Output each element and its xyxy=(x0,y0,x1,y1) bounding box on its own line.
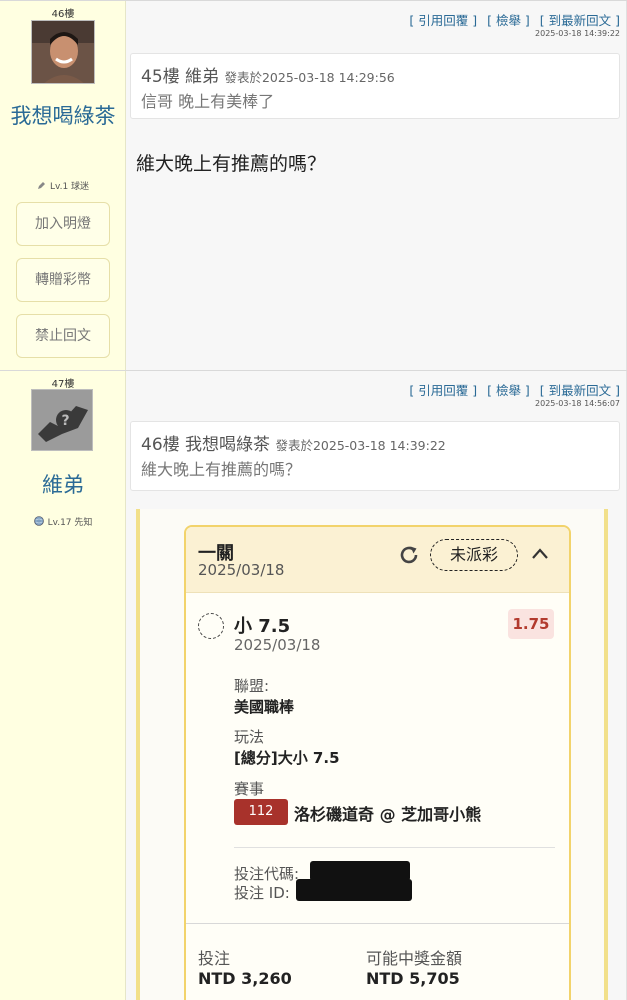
avatar[interactable]: ? xyxy=(31,389,93,451)
user-level-text: Lv.17 先知 xyxy=(47,518,93,528)
post-timestamp: 2025-03-18 14:39:22 xyxy=(535,29,620,38)
default-avatar-icon: ? xyxy=(32,390,92,450)
quoted-post: 46樓 我想喝綠茶 發表於2025-03-18 14:39:22 維大晚上有推薦… xyxy=(130,421,620,491)
event-label: 賽事 xyxy=(234,780,265,798)
post-content: [ 引用回覆 ] [ 檢舉 ] [ 到最新回文 ] 2025-03-18 14:39… xyxy=(126,1,627,370)
pick-date: 2025/03/18 xyxy=(234,636,321,654)
stake-value: NTD 3,260 xyxy=(198,969,292,988)
game-matchup: 洛杉磯道奇 @ 芝加哥小熊 xyxy=(294,805,482,824)
post-text: 維大晚上有推薦的嗎？ xyxy=(136,153,327,175)
user-level-text: Lv.1 球迷 xyxy=(49,182,90,192)
report-link[interactable]: [ 檢舉 ] xyxy=(487,383,530,398)
latest-reply-link[interactable]: [ 到最新回文 ] xyxy=(540,13,620,28)
quote-reply-link[interactable]: [ 引用回覆 ] xyxy=(409,13,477,28)
floor-number: 46樓 xyxy=(51,9,75,20)
post-actions: [ 引用回覆 ] [ 檢舉 ] [ 到最新回文 ] xyxy=(399,380,620,399)
post-timestamp: 2025-03-18 14:56:07 xyxy=(535,399,620,408)
chevron-up-icon xyxy=(530,544,550,564)
report-link[interactable]: [ 檢舉 ] xyxy=(487,13,530,28)
latest-reply-link[interactable]: [ 到最新回文 ] xyxy=(540,383,620,398)
bet-id-label: 投注 ID: xyxy=(234,884,290,902)
post-actions: [ 引用回覆 ] [ 檢舉 ] [ 到最新回文 ] xyxy=(399,10,620,29)
bet-status-circle-icon xyxy=(198,613,224,639)
user-photo-icon xyxy=(32,21,94,83)
block-reply-button[interactable]: 禁止回文 xyxy=(16,314,110,358)
play-label: 玩法 xyxy=(234,728,265,746)
quote-posted-at: 2025-03-18 14:39:22 xyxy=(312,438,446,453)
quote-author: 我想喝綠茶 xyxy=(185,435,271,455)
user-name[interactable]: 我想喝綠茶 xyxy=(8,99,118,133)
quote-header: 46樓 我想喝綠茶 發表於2025-03-18 14:39:22 xyxy=(141,430,446,455)
redacted-bet-id xyxy=(296,879,412,901)
play-value: [總分]大小 7.5 xyxy=(234,749,340,767)
league-label: 聯盟: xyxy=(234,677,270,695)
odds-badge: 1.75 xyxy=(508,609,554,639)
quote-posted-prefix: 發表於 xyxy=(275,438,313,453)
quote-header: 45樓 維弟 發表於2025-03-18 14:29:56 xyxy=(141,62,395,87)
game-number-badge: 112 xyxy=(234,799,288,825)
bet-slip-header: 一關 2025/03/18 未派彩 xyxy=(186,527,569,593)
quote-posted-at: 2025-03-18 14:29:56 xyxy=(261,70,395,85)
user-level: Lv.17 先知 xyxy=(0,515,126,529)
gift-coins-button[interactable]: 轉贈彩幣 xyxy=(16,258,110,302)
bet-date: 2025/03/18 xyxy=(198,561,285,579)
user-level: Lv.1 球迷 xyxy=(0,179,126,193)
refresh-icon xyxy=(397,543,421,567)
avatar[interactable] xyxy=(31,20,95,84)
quote-text: 維大晚上有推薦的嗎？ xyxy=(141,460,302,479)
pencil-icon xyxy=(37,181,46,193)
user-name[interactable]: 維弟 xyxy=(8,468,118,502)
quote-posted-prefix: 發表於 xyxy=(224,70,262,85)
post-46: 46樓 我想喝綠茶 Lv.1 球迷 加入明燈 轉贈彩幣 禁止回文 [ 引用回覆 … xyxy=(0,0,627,370)
floor-number: 47樓 xyxy=(51,379,75,390)
quote-author: 維弟 xyxy=(185,67,220,87)
post-content: [ 引用回覆 ] [ 檢舉 ] [ 到最新回文 ] 2025-03-18 14:56… xyxy=(126,371,627,1000)
divider xyxy=(186,923,569,924)
quoted-post: 45樓 維弟 發表於2025-03-18 14:29:56 信哥 晚上有美棒了 xyxy=(130,53,620,119)
quote-reply-link[interactable]: [ 引用回覆 ] xyxy=(409,383,477,398)
bet-slip-screenshot[interactable]: 一關 2025/03/18 未派彩 小 7.5 2025/03/18 1.75 … xyxy=(136,509,608,1000)
bet-pick: 小 7.5 xyxy=(234,616,291,637)
divider xyxy=(234,847,555,848)
quote-floor: 46樓 xyxy=(141,435,180,455)
league-value: 美國職棒 xyxy=(234,698,295,716)
svg-text:?: ? xyxy=(62,413,70,429)
status-badge: 未派彩 xyxy=(430,539,518,571)
user-sidebar: 47樓 ? 維弟 Lv.17 先知 xyxy=(0,371,126,1000)
payout-label: 可能中獎金額 xyxy=(366,949,463,968)
stake-label: 投注 xyxy=(198,949,231,968)
bet-code-label: 投注代碼: xyxy=(234,865,300,883)
quote-floor: 45樓 xyxy=(141,67,180,87)
bet-slip-card: 一關 2025/03/18 未派彩 小 7.5 2025/03/18 1.75 … xyxy=(184,525,571,1000)
quote-text: 信哥 晚上有美棒了 xyxy=(141,92,275,111)
payout-value: NTD 5,705 xyxy=(366,969,460,988)
user-sidebar: 46樓 我想喝綠茶 Lv.1 球迷 加入明燈 轉贈彩幣 禁止回文 xyxy=(0,1,126,370)
redacted-bet-code xyxy=(310,861,410,881)
globe-icon xyxy=(33,516,44,529)
post-47: 47樓 ? 維弟 Lv.17 先知 [ 引用回覆 ] [ 檢舉 ] [ 到最新回文 … xyxy=(0,370,627,1000)
add-lamp-button[interactable]: 加入明燈 xyxy=(16,202,110,246)
